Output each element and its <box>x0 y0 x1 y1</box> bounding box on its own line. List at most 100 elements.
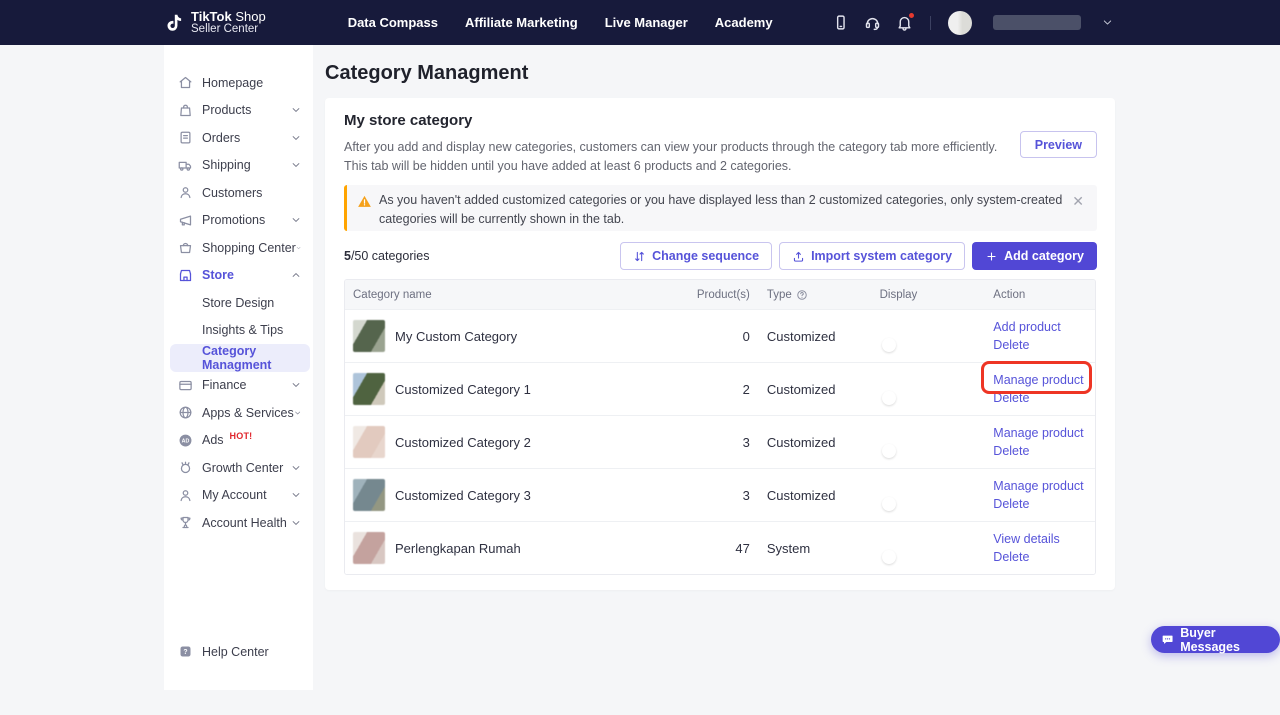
category-thumbnail <box>353 373 385 405</box>
sidebar-item-shipping[interactable]: Shipping <box>164 152 313 180</box>
chevron-down-icon <box>291 518 301 528</box>
category-count: 5/50 categories <box>344 249 429 263</box>
sidebar-item-finance[interactable]: Finance <box>164 372 313 400</box>
header-action: Action <box>983 289 1095 301</box>
nav-item-live-manager[interactable]: Live Manager <box>605 15 688 30</box>
sidebar-item-my-account[interactable]: My Account <box>164 482 313 510</box>
header-type: Type <box>754 289 864 301</box>
sidebar-subitem-category-managment[interactable]: Category Managment <box>170 344 310 372</box>
sidebar-item-products[interactable]: Products <box>164 97 313 125</box>
import-system-category-button[interactable]: Import system category <box>779 242 965 270</box>
shopping-center-icon <box>178 240 193 255</box>
delete-link[interactable]: Delete <box>993 391 1095 406</box>
table-row-my-custom-category: My Custom Category 0 Customized Add prod… <box>345 309 1095 362</box>
chevron-down-icon <box>291 490 301 500</box>
warning-banner-text: As you haven't added customized categori… <box>379 191 1063 231</box>
nav-divider <box>930 16 931 30</box>
sidebar-item-label: Shopping Center <box>202 241 296 255</box>
manage-product-link[interactable]: Manage product <box>993 479 1095 494</box>
sidebar-item-account-health[interactable]: Account Health <box>164 509 313 537</box>
upload-icon <box>792 250 805 263</box>
help-icon: ? <box>178 644 193 659</box>
sidebar-subitem-store-design[interactable]: Store Design <box>170 289 310 317</box>
nav-item-data-compass[interactable]: Data Compass <box>348 15 438 30</box>
table-row-customized-category-2: Customized Category 2 3 Customized Manag… <box>345 415 1095 468</box>
support-headset-icon[interactable] <box>864 14 881 31</box>
category-thumbnail <box>353 532 385 564</box>
customers-icon <box>178 185 193 200</box>
sidebar-item-shopping-center[interactable]: Shopping Center <box>164 234 313 262</box>
edit-category-icon[interactable] <box>584 488 598 502</box>
sidebar-item-ads[interactable]: ADAdsHOT! <box>164 427 313 455</box>
category-type: Customized <box>754 435 864 450</box>
table-row-customized-category-3: Customized Category 3 3 Customized Manag… <box>345 468 1095 521</box>
header-products: Product(s) <box>624 289 754 301</box>
toolbar-buttons: Change sequence Import system category A… <box>620 242 1097 270</box>
category-type: Customized <box>754 329 864 344</box>
edit-category-icon[interactable] <box>584 329 598 343</box>
banner-close-icon[interactable]: ✕ <box>1072 194 1084 208</box>
table-row-perlengkapan-rumah: Perlengkapan Rumah 47 System View detail… <box>345 521 1095 574</box>
tiktok-note-icon <box>163 11 184 35</box>
category-thumbnail <box>353 426 385 458</box>
tiktok-shop-logo[interactable]: TikTok Shop Seller Center <box>163 11 266 35</box>
sidebar-item-promotions[interactable]: Promotions <box>164 207 313 235</box>
account-chevron-down-icon[interactable] <box>1102 17 1113 28</box>
hot-badge: HOT! <box>230 431 253 441</box>
add-product-link[interactable]: Add product <box>993 320 1095 335</box>
sidebar-item-label: Orders <box>202 131 240 145</box>
sidebar-item-help-center[interactable]: ? Help Center <box>164 638 313 666</box>
add-category-button[interactable]: Add category <box>972 242 1097 270</box>
sidebar-item-label: Homepage <box>202 76 263 90</box>
view-details-link[interactable]: View details <box>993 532 1095 547</box>
category-name: Perlengkapan Rumah <box>395 541 521 556</box>
mobile-app-icon[interactable] <box>832 14 849 31</box>
chevron-up-icon <box>291 270 301 280</box>
ads-icon: AD <box>178 433 193 448</box>
growth-icon <box>178 460 193 475</box>
sidebar-item-label: Store <box>202 268 234 282</box>
sidebar-subitem-insights-tips[interactable]: Insights & Tips <box>170 317 310 345</box>
sidebar-item-label: Apps & Services <box>202 406 294 420</box>
delete-link[interactable]: Delete <box>993 444 1095 459</box>
product-count: 2 <box>624 382 754 397</box>
action-links: Manage product Delete <box>983 373 1095 406</box>
edit-category-icon[interactable] <box>584 541 598 555</box>
nav-menu: Data Compass Affiliate Marketing Live Ma… <box>348 15 773 30</box>
toolbar-row: 5/50 categories Change sequence Import s… <box>344 242 1097 270</box>
delete-link[interactable]: Delete <box>993 550 1095 565</box>
sidebar-item-apps-services[interactable]: Apps & Services <box>164 399 313 427</box>
category-type: System <box>754 541 864 556</box>
category-name: Customized Category 1 <box>395 382 531 397</box>
chevron-down-icon <box>291 133 301 143</box>
change-sequence-button[interactable]: Change sequence <box>620 242 772 270</box>
chevron-down-icon <box>291 105 301 115</box>
sidebar-item-customers[interactable]: Customers <box>164 179 313 207</box>
logo-line2: Seller Center <box>191 23 266 35</box>
type-info-icon[interactable] <box>796 289 808 301</box>
nav-right-cluster <box>832 11 1113 35</box>
avatar[interactable] <box>948 11 972 35</box>
delete-link[interactable]: Delete <box>993 497 1095 512</box>
category-table: Category name Product(s) Type Display Ac… <box>344 279 1096 575</box>
edit-category-icon[interactable] <box>584 382 598 396</box>
nav-item-academy[interactable]: Academy <box>715 15 773 30</box>
sidebar-item-store[interactable]: Store <box>164 262 313 290</box>
preview-button[interactable]: Preview <box>1020 131 1097 158</box>
sidebar-item-orders[interactable]: Orders <box>164 124 313 152</box>
manage-product-link[interactable]: Manage product <box>993 426 1095 441</box>
sidebar-item-growth-center[interactable]: Growth Center <box>164 454 313 482</box>
notifications-bell-icon[interactable] <box>896 14 913 31</box>
manage-product-link[interactable]: Manage product <box>993 373 1095 388</box>
nav-item-affiliate-marketing[interactable]: Affiliate Marketing <box>465 15 578 30</box>
sidebar-item-label: Account Health <box>202 516 287 530</box>
delete-link[interactable]: Delete <box>993 338 1095 353</box>
sidebar-item-homepage[interactable]: Homepage <box>164 69 313 97</box>
product-count: 47 <box>624 541 754 556</box>
buyer-messages-button[interactable]: Buyer Messages <box>1151 626 1280 653</box>
category-name: Customized Category 3 <box>395 488 531 503</box>
top-navbar: TikTok Shop Seller Center Data Compass A… <box>0 0 1280 45</box>
action-links: Add product Delete <box>983 320 1095 353</box>
sidebar-item-label: Promotions <box>202 213 265 227</box>
edit-category-icon[interactable] <box>584 435 598 449</box>
